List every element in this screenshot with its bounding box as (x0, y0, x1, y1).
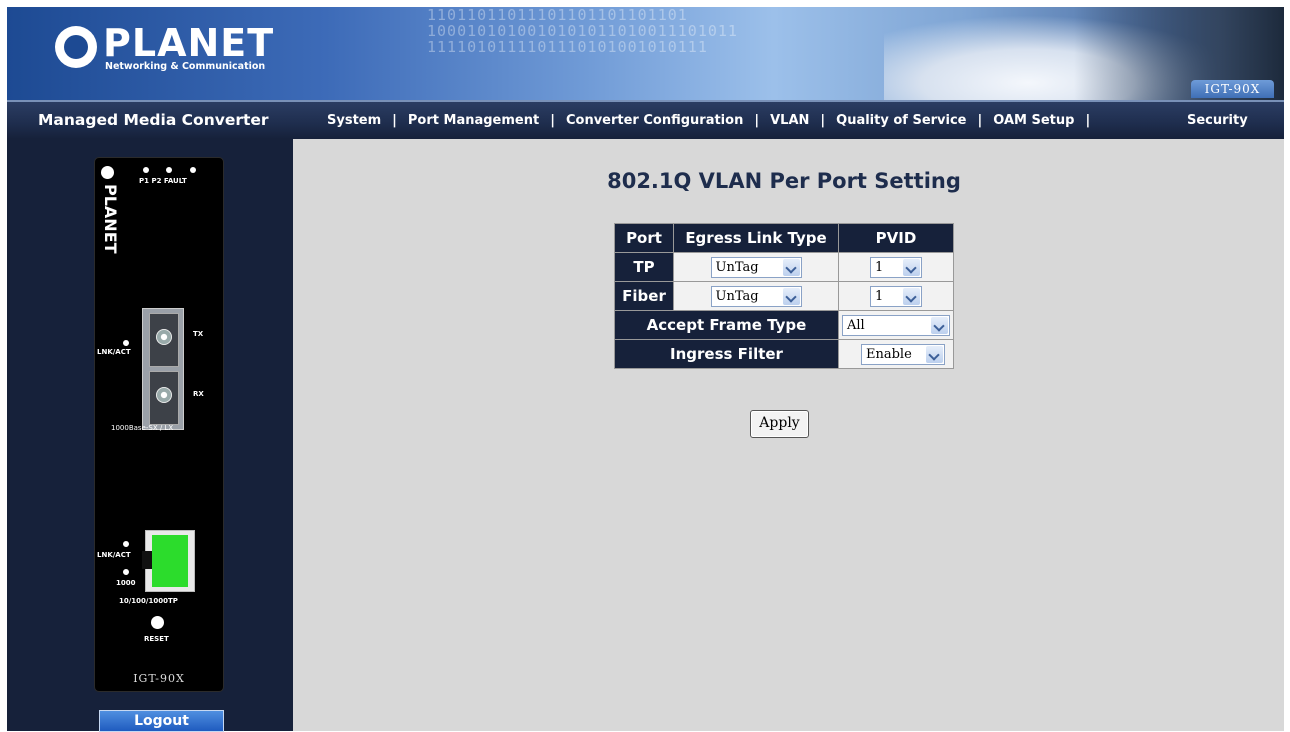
egress-cell: UnTag (673, 252, 839, 282)
app-frame: 11011011011101101101101101 1000101010010… (7, 7, 1284, 732)
egress-select-tp[interactable]: UnTag (710, 256, 802, 278)
banner-binary-pattern: 11011011011101101101101101 1000101010010… (427, 7, 738, 56)
fiber-sfp-port (142, 308, 184, 430)
ingress-filter-cell: Enable (838, 339, 954, 369)
tx-label: TX (193, 330, 204, 338)
logout-button[interactable]: Logout (99, 710, 224, 732)
egress-cell: UnTag (673, 281, 839, 311)
pvid-select-fiber[interactable]: 1 (870, 285, 922, 307)
nav-converter-configuration[interactable]: Converter Configuration (566, 113, 743, 128)
nav-separator: | (392, 113, 397, 128)
egress-value: UnTag (715, 259, 759, 275)
table-row: TP UnTag 1 (614, 252, 954, 282)
accept-frame-type-select[interactable]: All (842, 314, 950, 336)
pvid-value: 1 (875, 259, 884, 275)
page-title: 802.1Q VLAN Per Port Setting (607, 169, 961, 193)
fiber-tx-port (149, 313, 179, 367)
left-panel: P1 P2 FAULT PLANET LNK/ACT TX RX 1000Bas… (7, 139, 293, 732)
accept-frame-cell: All (838, 310, 954, 340)
port-name: TP (614, 252, 674, 282)
rj45-port (142, 530, 195, 592)
chevron-down-icon (931, 316, 948, 334)
led-lnk-act-fiber (123, 340, 129, 346)
chevron-down-icon (782, 287, 800, 305)
led-fault (190, 167, 196, 173)
device-front-panel: P1 P2 FAULT PLANET LNK/ACT TX RX 1000Bas… (94, 157, 224, 692)
col-header-egress: Egress Link Type (673, 223, 839, 253)
nav-quality-of-service[interactable]: Quality of Service (836, 113, 966, 128)
chevron-down-icon (903, 258, 920, 276)
egress-value: UnTag (715, 288, 759, 304)
device-model: IGT-90X (133, 672, 185, 685)
logo-text: PLANET (103, 21, 275, 65)
reset-button-icon (151, 616, 164, 629)
nav-security[interactable]: Security (1187, 113, 1248, 128)
speed-label: 1000 (116, 579, 136, 587)
main-content: 802.1Q VLAN Per Port Setting Port Egress… (293, 139, 1284, 731)
nav-system[interactable]: System (327, 113, 381, 128)
port-name: Fiber (614, 281, 674, 311)
nav-separator: | (754, 113, 760, 128)
lnk-act-fiber-label: LNK/ACT (97, 348, 131, 356)
apply-button[interactable]: Apply (750, 410, 809, 438)
tp-port-label: 10/100/1000TP (119, 597, 178, 605)
nav-oam-setup[interactable]: OAM Setup (993, 113, 1074, 128)
col-header-port: Port (614, 223, 674, 253)
nav-menu: System | Port Management | Converter Configu… (327, 113, 1248, 128)
reset-label: RESET (144, 635, 169, 643)
fiber-type-label: 1000Base-SX / LX (111, 424, 174, 432)
nav-separator: | (550, 113, 555, 128)
pvid-cell: 1 (838, 252, 954, 282)
chevron-down-icon (903, 287, 920, 305)
nav-separator: | (820, 113, 826, 128)
nav-port-management[interactable]: Port Management (408, 113, 539, 128)
product-name: Managed Media Converter (38, 111, 269, 129)
chevron-down-icon (782, 258, 800, 276)
planet-logo-icon (101, 166, 114, 179)
led-labels: P1 P2 FAULT (139, 177, 187, 185)
rx-label: RX (193, 390, 204, 398)
nav-vlan[interactable]: VLAN (770, 113, 809, 128)
ingress-filter-select[interactable]: Enable (861, 343, 945, 365)
table-row: Fiber UnTag 1 (614, 281, 954, 311)
top-navigation: Managed Media Converter System | Port Mana… (7, 100, 1284, 139)
ingress-filter-value: Enable (866, 346, 912, 362)
led-p1 (143, 167, 149, 173)
accept-frame-value: All (847, 317, 865, 333)
led-1000 (123, 569, 129, 575)
header-banner: 11011011011101101101101101 1000101010010… (7, 7, 1284, 100)
planet-logo: PLANET Networking & Communication (43, 21, 273, 77)
nav-separator: | (1085, 113, 1091, 128)
pvid-select-tp[interactable]: 1 (870, 256, 922, 278)
lnk-act-tp-label: LNK/ACT (97, 551, 131, 559)
model-badge: IGT-90X (1191, 80, 1274, 98)
table-row: Accept Frame Type All (614, 310, 954, 340)
pvid-cell: 1 (838, 281, 954, 311)
pvid-value: 1 (875, 288, 884, 304)
led-p2 (166, 167, 172, 173)
table-row: Ingress Filter Enable (614, 339, 954, 369)
col-header-pvid: PVID (838, 223, 954, 253)
nav-separator: | (977, 113, 983, 128)
planet-logo-icon (55, 26, 97, 68)
logo-subtitle: Networking & Communication (105, 61, 266, 72)
accept-frame-type-label: Accept Frame Type (614, 310, 839, 340)
ingress-filter-label: Ingress Filter (614, 339, 839, 369)
led-lnk-act-tp (123, 541, 129, 547)
vlan-port-table: Port Egress Link Type PVID TP UnTag 1 Fi… (614, 223, 954, 369)
chevron-down-icon (926, 345, 943, 363)
device-brand: PLANET (101, 184, 120, 254)
fiber-rx-port (149, 371, 179, 425)
egress-select-fiber[interactable]: UnTag (710, 285, 802, 307)
